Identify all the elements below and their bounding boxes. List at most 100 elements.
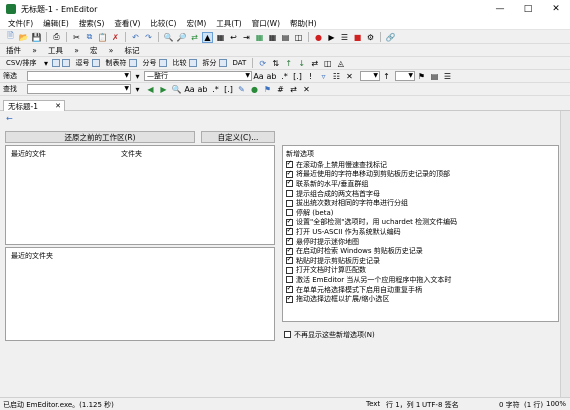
replace-icon[interactable]: ⇄ [189, 32, 200, 43]
menu-search[interactable]: 搜索(S) [74, 18, 110, 29]
checkbox[interactable] [286, 178, 293, 188]
back-arrow-icon[interactable]: ← [6, 114, 13, 123]
option-item[interactable]: 悬停时提示迷你地图 [286, 236, 558, 247]
macro-menu-icon[interactable]: ☰ [339, 32, 350, 43]
play-macro-icon[interactable]: ▶ [326, 32, 337, 43]
negative-icon[interactable]: ! [305, 71, 316, 82]
option-item[interactable]: 在启动时检索 Windows 剪贴板历史记录 [286, 246, 558, 256]
text-color-icon[interactable]: ▦ [254, 32, 265, 43]
move-column-icon[interactable]: ⇄ [309, 58, 320, 69]
menu-tools[interactable]: 工具(T) [211, 18, 246, 29]
option-item[interactable]: 在单单元格选择模式下启用自动重复手柄 [286, 284, 558, 295]
checkbox[interactable] [286, 236, 293, 246]
regex-icon[interactable]: .* [210, 84, 221, 95]
status-mode[interactable]: Text [366, 400, 380, 408]
option-item[interactable]: 粘贴时提示剪贴板历史记录 [286, 255, 558, 266]
whole-word-icon[interactable]: ab [197, 84, 208, 95]
csv-dat-icon[interactable] [219, 59, 228, 67]
close-icon[interactable]: ✕ [55, 102, 61, 110]
settings-icon[interactable]: ⚙ [365, 32, 376, 43]
context-icon[interactable]: ↑ [381, 71, 392, 82]
chevron-down-icon[interactable]: » [71, 45, 82, 56]
option-item[interactable]: 打开文档时计算匹配数 [286, 266, 558, 276]
chevron-down-icon[interactable]: ▼ [245, 72, 250, 79]
recent-files-panel[interactable]: 最近的文件 文件夹 [5, 145, 275, 245]
split-icon[interactable]: ◫ [293, 32, 304, 43]
save-icon[interactable]: 💾 [31, 32, 42, 43]
checkbox[interactable] [286, 169, 293, 178]
match-case-icon[interactable]: Aa [253, 71, 264, 82]
mark-icon[interactable]: ● [249, 84, 260, 95]
copy-icon[interactable]: ⧉ [84, 32, 95, 43]
tab-icon[interactable]: ⇥ [241, 32, 252, 43]
bracket-icon[interactable]: [.] [292, 71, 303, 82]
whole-word-icon[interactable]: ab [266, 71, 277, 82]
vertical-scrollbar[interactable] [560, 111, 570, 397]
bookmark-icon[interactable]: ⚑ [416, 71, 427, 82]
checkbox[interactable] [286, 209, 293, 217]
checkbox[interactable] [286, 217, 293, 226]
menu-help[interactable]: 帮助(H) [285, 18, 322, 29]
filter-icon[interactable]: ▿ [318, 71, 329, 82]
tools-label[interactable]: 工具 [48, 45, 63, 56]
clear-filter-icon[interactable]: ✕ [344, 71, 355, 82]
count-icon[interactable]: # [275, 84, 286, 95]
checkbox[interactable] [286, 226, 293, 236]
column-icon[interactable]: ▤ [280, 32, 291, 43]
restore-workspace-button[interactable]: 还原之前的工作区(R) [5, 131, 195, 143]
csv-tab-button[interactable]: 制表符 [105, 58, 126, 68]
convert-icon[interactable]: ⟳ [257, 58, 268, 69]
csv-split-button[interactable]: 拆分 [202, 58, 216, 68]
bookmark-icon[interactable]: ⚑ [262, 84, 273, 95]
csv-normal-icon[interactable] [52, 59, 61, 67]
checkbox[interactable] [286, 294, 293, 303]
dont-show-new-options[interactable]: 不再显示这些新增选项(N) [284, 330, 375, 340]
link-icon[interactable]: 🔗 [385, 32, 396, 43]
highlight-icon[interactable]: ✎ [236, 84, 247, 95]
filter-options-icon[interactable]: ☰ [442, 71, 453, 82]
find-next-icon[interactable]: 🔎 [176, 32, 187, 43]
plugins-label[interactable]: 插件 [6, 45, 21, 56]
macros-label[interactable]: 宏 [90, 45, 98, 56]
delete-column-icon[interactable]: ◬ [335, 58, 346, 69]
recent-folders-header[interactable]: 最近的文件夹 [11, 251, 53, 261]
customize-button[interactable]: 自定义(C)... [201, 131, 275, 143]
highlight-icon[interactable]: ▲ [202, 31, 213, 43]
menu-compare[interactable]: 比较(C) [145, 18, 181, 29]
markers-label[interactable]: 标记 [125, 45, 140, 56]
find-all-icon[interactable]: 🔍 [171, 84, 182, 95]
checkbox[interactable] [286, 246, 293, 255]
find-input[interactable]: ▼ [27, 84, 131, 94]
option-item[interactable]: 拖动选择边框以扩展/缩小选区 [286, 294, 558, 304]
match-case-icon[interactable]: Aa [184, 84, 195, 95]
csv-tab-icon[interactable] [92, 59, 101, 67]
csv-semicolon-button[interactable]: 分号 [142, 58, 156, 68]
csv-compare-icon[interactable] [159, 59, 168, 67]
find-next-arrow-icon[interactable]: ▶ [158, 84, 169, 95]
find-icon[interactable]: 🔍 [163, 32, 174, 43]
sort-asc-icon[interactable]: ↑ [283, 58, 294, 69]
filter-options-icon[interactable]: ▾ [132, 71, 143, 82]
chevron-down-icon[interactable]: ▼ [124, 85, 129, 92]
sort-icon[interactable]: ⇅ [270, 58, 281, 69]
open-file-icon[interactable]: 📂 [18, 32, 29, 43]
chevron-down-icon[interactable]: » [29, 45, 40, 56]
close-icon[interactable]: ✕ [542, 0, 570, 18]
csv-semicolon-icon[interactable] [129, 59, 138, 67]
option-item[interactable]: 打开 US-ASCII 作为系统默认编码 [286, 226, 558, 237]
wrap-icon[interactable]: ↩ [228, 32, 239, 43]
find-in-files-icon[interactable]: ▦ [215, 32, 226, 43]
chevron-down-icon[interactable]: ▼ [124, 72, 129, 79]
checkbox[interactable] [286, 255, 293, 265]
checkbox[interactable] [286, 266, 293, 274]
recent-folders-panel[interactable]: 最近的文件夹 [5, 247, 275, 341]
chevron-down-icon[interactable]: ▼ [373, 72, 378, 79]
extract-icon[interactable]: ▤ [429, 71, 440, 82]
filter-mode-select[interactable]: —整行 ▼ [144, 71, 252, 81]
stop-icon[interactable]: ■ [352, 32, 363, 43]
csv-comma-icon[interactable] [62, 59, 71, 67]
paste-icon[interactable]: 📋 [97, 32, 108, 43]
context-after-select[interactable]: ▼ [395, 71, 415, 81]
option-item[interactable]: 设置"全部检测"选项时，用 uchardet 检测文件编码 [286, 217, 558, 228]
maximize-icon[interactable]: □ [514, 0, 542, 18]
